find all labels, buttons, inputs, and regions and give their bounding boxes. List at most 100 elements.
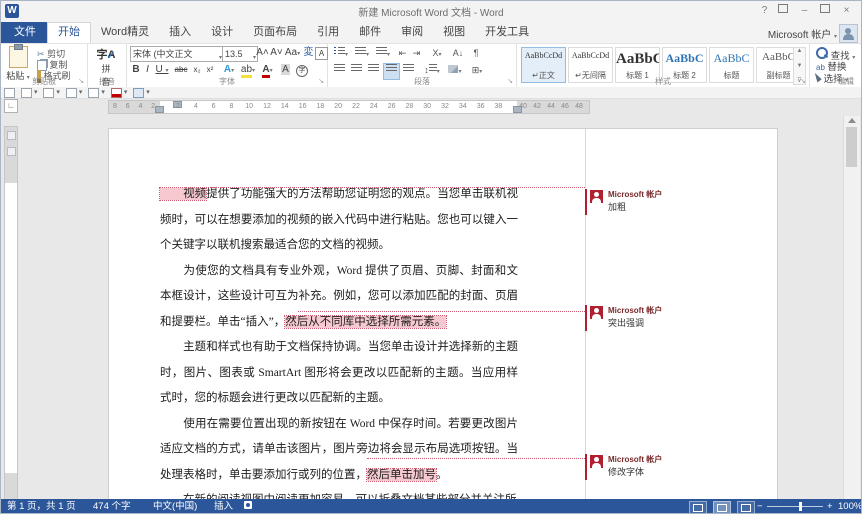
- avatar[interactable]: [839, 24, 858, 43]
- comment-connector-line: [206, 187, 585, 188]
- paragraph[interactable]: 主题和样式也有助于文档保持协调。当您单击设计并选择新的主题时，图片、图表或 Sm…: [160, 335, 518, 412]
- decrease-indent-button[interactable]: ⇤: [396, 46, 409, 61]
- subscript-button[interactable]: x₂: [191, 63, 203, 77]
- account-menu[interactable]: Microsoft 帐户 ▾: [768, 26, 837, 41]
- zoom-level[interactable]: 100%: [838, 499, 862, 514]
- paragraph[interactable]: 为使您的文档具有专业外观，Word 提供了页眉、页脚、封面和文本框设计，这些设计…: [160, 259, 518, 336]
- font-color-icon[interactable]: ▾: [111, 88, 127, 97]
- ruler-number: 4: [194, 103, 198, 110]
- tab-file[interactable]: 文件: [1, 22, 49, 43]
- comment-text: 突出强调: [608, 316, 644, 329]
- ribbon-tab-row: 文件 开始Word精灵插入设计页面布局引用邮件审阅视图开发工具 Microsof…: [1, 22, 861, 43]
- bullets-button[interactable]: ▾: [332, 46, 350, 61]
- multilevel-list-button[interactable]: ▾: [374, 46, 392, 61]
- grow-font-button[interactable]: A˄: [256, 46, 269, 60]
- numbered-list-icon: [355, 47, 366, 56]
- scroll-up-icon[interactable]: [848, 118, 856, 123]
- tab-邮件[interactable]: 邮件: [349, 22, 391, 42]
- switch-windows-icon[interactable]: [4, 88, 15, 97]
- web-layout-icon[interactable]: [737, 501, 755, 514]
- tab-审阅[interactable]: 审阅: [391, 22, 433, 42]
- comment-avatar-icon: [590, 455, 603, 468]
- paragraph-dialog-launcher-icon[interactable]: ↘: [506, 78, 514, 86]
- underline-button[interactable]: U ▾: [154, 63, 170, 77]
- comment-author: Microsoft 帐户: [608, 305, 662, 316]
- ribbon-display-options-icon[interactable]: [774, 3, 791, 18]
- comment-connector-line: [367, 458, 585, 459]
- tab-页面布局[interactable]: 页面布局: [243, 22, 307, 42]
- text-effects-button[interactable]: A▾: [222, 63, 236, 77]
- language-indicator[interactable]: 中文(中国): [153, 499, 197, 514]
- font-color-button[interactable]: A▾: [259, 63, 276, 77]
- zoom-slider[interactable]: [767, 506, 823, 507]
- tab-引用[interactable]: 引用: [307, 22, 349, 42]
- close-icon[interactable]: ×: [838, 3, 855, 18]
- shapes-icon[interactable]: ▾: [43, 88, 59, 97]
- ruler-number: 12: [263, 103, 271, 110]
- ruler-number: 48: [575, 103, 583, 110]
- restore-icon[interactable]: [816, 3, 833, 18]
- change-case-button[interactable]: Aa▾: [284, 46, 301, 60]
- character-border-button[interactable]: A: [315, 47, 328, 60]
- paragraph[interactable]: 使用在需要位置出现的新按钮在 Word 中保存时间。若要更改图片适应文档的方式，…: [160, 412, 518, 489]
- ruler-number: 6: [212, 103, 216, 110]
- macro-record-icon[interactable]: [244, 499, 252, 514]
- asian-layout-button[interactable]: X▾: [428, 46, 446, 61]
- document-page[interactable]: 视频提供了功能强大的方法帮助您证明您的观点。当您单击联机视频时，可以在想要添加的…: [108, 128, 778, 501]
- superscript-button[interactable]: x²: [204, 63, 216, 77]
- word-count[interactable]: 474 个字: [93, 499, 131, 514]
- character-shading-button[interactable]: A: [279, 63, 292, 77]
- paragraph[interactable]: 视频提供了功能强大的方法帮助您证明您的观点。当您单击联机视频时，可以在想要添加的…: [160, 182, 518, 259]
- font-dialog-launcher-icon[interactable]: ↘: [317, 78, 325, 86]
- tab-Word精灵[interactable]: Word精灵: [91, 22, 159, 42]
- sort-button[interactable]: A↓: [450, 46, 466, 61]
- vertical-ruler[interactable]: [4, 126, 18, 501]
- ruler-number: 26: [388, 103, 396, 110]
- shrink-font-button[interactable]: A˅: [270, 46, 283, 60]
- tab-插入[interactable]: 插入: [159, 22, 201, 42]
- ruler-number: 38: [494, 103, 502, 110]
- zoom-in-button[interactable]: +: [827, 499, 833, 514]
- help-icon[interactable]: ?: [756, 3, 773, 18]
- numbering-doc-icon[interactable]: ▾: [66, 88, 82, 97]
- page-indicator[interactable]: 第 1 页，共 1 页: [7, 499, 76, 514]
- show-hide-marks-button[interactable]: ¶: [470, 46, 482, 61]
- zoom-out-button[interactable]: −: [757, 499, 763, 514]
- horizontal-ruler[interactable]: 8642246810121416182022242628303234363840…: [108, 100, 590, 114]
- gallery-down-icon: ▼: [797, 63, 803, 69]
- tracked-change-highlight: 然后从不同库中选择所需元素。: [285, 316, 446, 328]
- group-styles: AaBbCcDd↵正文AaBbCcDd↵无间隔AaBbC标题 1AaBbC标题 …: [517, 44, 810, 88]
- strikethrough-button[interactable]: abc: [172, 63, 190, 77]
- image-icon[interactable]: ▾: [88, 88, 104, 97]
- ruler-number: 8: [113, 103, 117, 110]
- font-name-combo[interactable]: 宋体 (中文正文▾: [130, 46, 224, 62]
- clipboard-dialog-launcher-icon[interactable]: ↘: [77, 78, 85, 86]
- zoom-slider-thumb[interactable]: [799, 502, 802, 511]
- tab-设计[interactable]: 设计: [201, 22, 243, 42]
- numbering-button[interactable]: ▾: [353, 46, 371, 61]
- phonetic-guide-button[interactable]: 変: [303, 46, 314, 60]
- read-mode-icon[interactable]: [689, 501, 707, 514]
- bold-button[interactable]: B: [131, 63, 141, 77]
- left-indent-marker[interactable]: [155, 106, 164, 113]
- minimize-icon[interactable]: –: [796, 3, 813, 18]
- tab-开发工具[interactable]: 开发工具: [475, 22, 539, 42]
- document-text[interactable]: 视频提供了功能强大的方法帮助您证明您的观点。当您单击联机视频时，可以在想要添加的…: [160, 182, 518, 501]
- font-size-combo[interactable]: 13.5▾: [222, 46, 258, 62]
- scrollbar-thumb[interactable]: [846, 127, 857, 167]
- ruler-row: ∟ 86422468101214161820222426283032343638…: [1, 98, 861, 115]
- styles-dialog-launcher-icon[interactable]: ↘: [799, 78, 807, 86]
- insert-mode[interactable]: 插入: [214, 499, 233, 514]
- enclose-characters-button[interactable]: 字: [295, 63, 309, 77]
- ruler-number: 4: [138, 103, 142, 110]
- print-layout-icon[interactable]: [713, 501, 731, 514]
- table-style-icon[interactable]: ▾: [133, 88, 149, 97]
- tab-开始[interactable]: 开始: [47, 22, 91, 43]
- insert-table-icon[interactable]: ▾: [21, 88, 37, 97]
- text-highlight-button[interactable]: ab▾: [239, 63, 257, 77]
- tab-selector[interactable]: ∟: [4, 99, 18, 113]
- italic-button[interactable]: I: [143, 63, 152, 77]
- vertical-scrollbar[interactable]: [843, 116, 860, 499]
- increase-indent-button[interactable]: ⇥: [410, 46, 423, 61]
- tab-视图[interactable]: 视图: [433, 22, 475, 42]
